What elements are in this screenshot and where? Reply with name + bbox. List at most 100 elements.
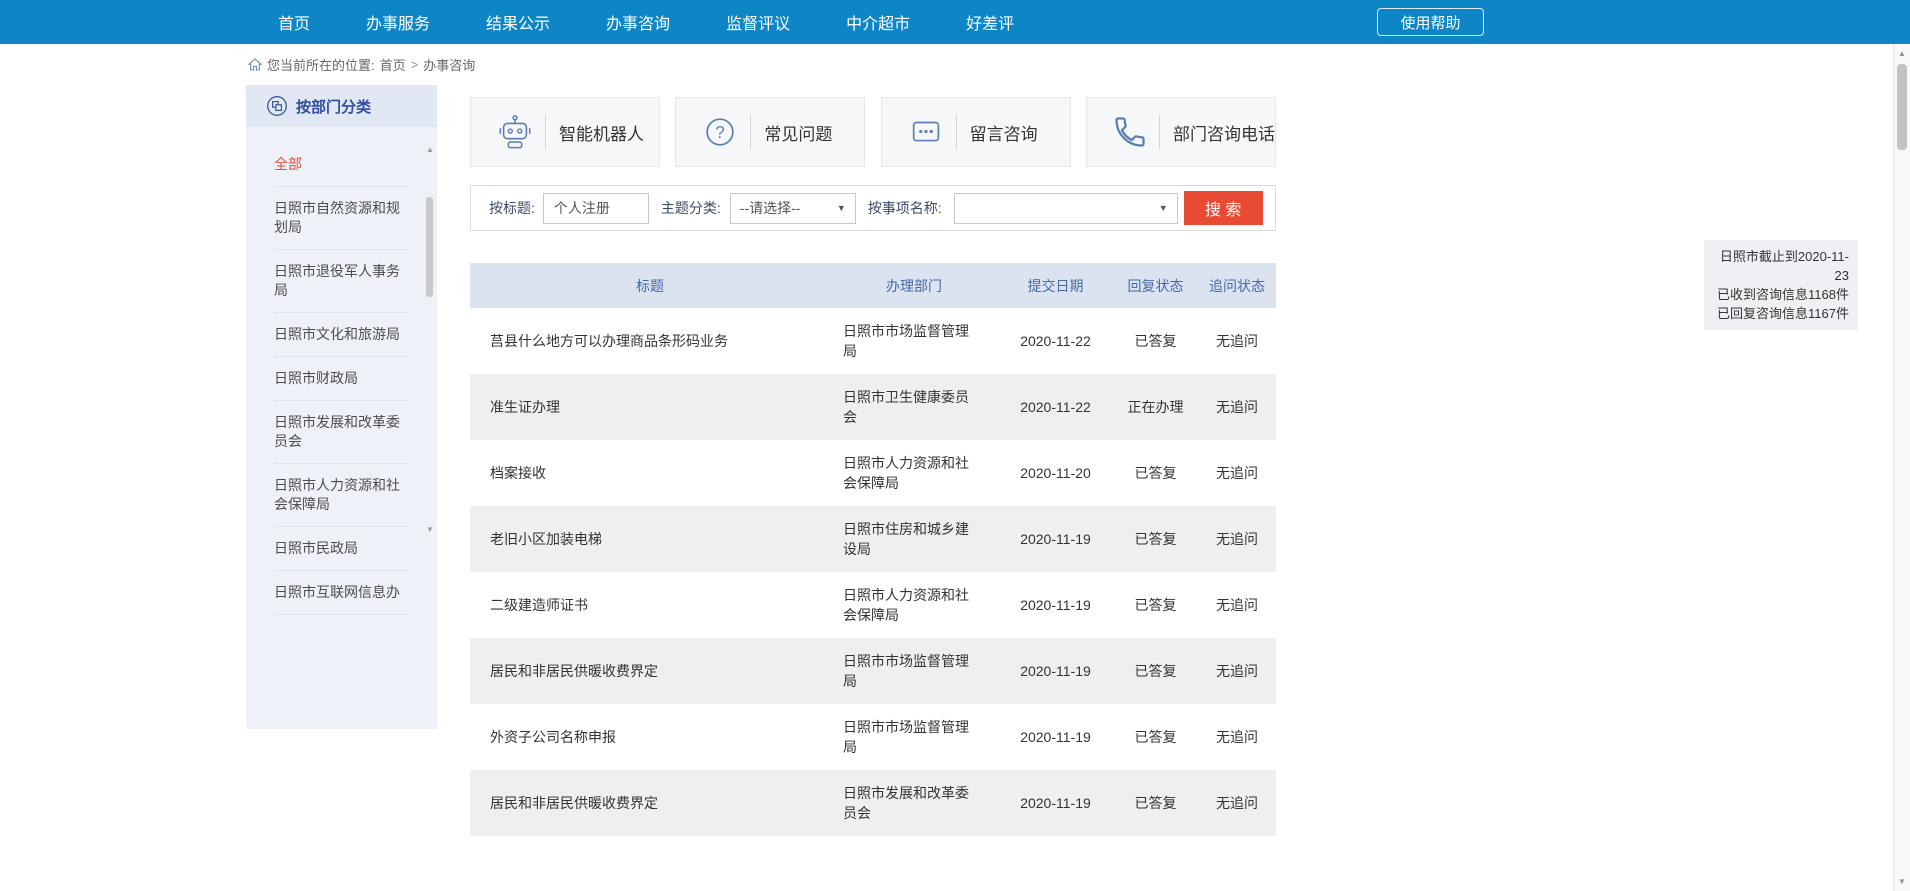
scroll-up-icon[interactable]: ▲ <box>425 145 435 155</box>
row-followup-status: 无追问 <box>1198 793 1276 813</box>
help-button[interactable]: 使用帮助 <box>1377 8 1484 36</box>
sidebar-item[interactable]: 日照市文化和旅游局 <box>274 313 408 357</box>
row-date: 2020-11-19 <box>998 531 1113 547</box>
message-icon <box>906 113 946 151</box>
row-reply-status: 已答复 <box>1113 463 1198 483</box>
scroll-thumb[interactable] <box>426 197 433 297</box>
nav-item[interactable]: 监督评议 <box>726 10 790 34</box>
scroll-down-icon[interactable]: ▼ <box>1894 877 1910 886</box>
row-title[interactable]: 外资子公司名称申报 <box>470 714 830 760</box>
row-department: 日照市市场监督管理局 <box>830 308 998 374</box>
chevron-down-icon: ▼ <box>1159 203 1168 213</box>
sidebar: 按部门分类 全部日照市自然资源和规划局日照市退役军人事务局日照市文化和旅游局日照… <box>246 85 437 729</box>
quick-link-faq[interactable]: ? 常见问题 <box>675 97 865 167</box>
sidebar-scrollbar[interactable]: ▲ ▼ <box>425 145 435 535</box>
row-reply-status: 已答复 <box>1113 661 1198 681</box>
table-row[interactable]: 居民和非居民供暖收费界定 日照市市场监督管理局 2020-11-19 已答复 无… <box>470 638 1276 704</box>
scroll-up-icon[interactable]: ▲ <box>1894 49 1910 58</box>
row-title[interactable]: 二级建造师证书 <box>470 582 830 628</box>
breadcrumb-current: 办事咨询 <box>423 55 475 74</box>
table-row[interactable]: 档案接收 日照市人力资源和社会保障局 2020-11-20 已答复 无追问 <box>470 440 1276 506</box>
main-content: 智能机器人 ? 常见问题 留言咨询 <box>470 97 1276 836</box>
search-title-label: 按标题: <box>489 198 535 218</box>
table-header-cell: 追问状态 <box>1198 276 1276 296</box>
table-row[interactable]: 准生证办理 日照市卫生健康委员会 2020-11-22 正在办理 无追问 <box>470 374 1276 440</box>
scroll-thumb[interactable] <box>1897 64 1907 150</box>
search-title-input[interactable] <box>543 193 649 224</box>
robot-icon <box>495 113 535 151</box>
row-department: 日照市人力资源和社会保障局 <box>830 572 998 638</box>
nav-item[interactable]: 结果公示 <box>486 10 550 34</box>
sidebar-title: 按部门分类 <box>296 96 371 117</box>
row-followup-status: 无追问 <box>1198 463 1276 483</box>
row-date: 2020-11-19 <box>998 663 1113 679</box>
sidebar-item[interactable]: 日照市民政局 <box>274 527 408 571</box>
sidebar-item[interactable]: 全部 <box>274 143 408 187</box>
nav-item[interactable]: 办事服务 <box>366 10 430 34</box>
row-reply-status: 正在办理 <box>1113 397 1198 417</box>
quick-link-label: 智能机器人 <box>559 120 644 145</box>
row-reply-status: 已答复 <box>1113 529 1198 549</box>
quick-link-label: 常见问题 <box>764 120 832 145</box>
table-row[interactable]: 居民和非居民供暖收费界定 日照市发展和改革委员会 2020-11-19 已答复 … <box>470 770 1276 836</box>
nav-item[interactable]: 好差评 <box>966 10 1014 34</box>
table-row[interactable]: 二级建造师证书 日照市人力资源和社会保障局 2020-11-19 已答复 无追问 <box>470 572 1276 638</box>
nav-item[interactable]: 首页 <box>278 10 310 34</box>
row-department: 日照市市场监督管理局 <box>830 704 998 770</box>
chevron-down-icon: ▼ <box>837 203 846 213</box>
sidebar-list: 全部日照市自然资源和规划局日照市退役军人事务局日照市文化和旅游局日照市财政局日照… <box>246 127 437 615</box>
row-title[interactable]: 居民和非居民供暖收费界定 <box>470 780 830 826</box>
nav-item[interactable]: 中介超市 <box>846 10 910 34</box>
quick-link-message[interactable]: 留言咨询 <box>881 97 1071 167</box>
quick-link-phone[interactable]: 部门咨询电话 <box>1086 97 1276 167</box>
nav-items: 首页 办事服务 结果公示 办事咨询 监督评议 中介超市 好差评 <box>0 0 1910 44</box>
row-department: 日照市市场监督管理局 <box>830 638 998 704</box>
consult-table: 标题办理部门提交日期回复状态追问状态 莒县什么地方可以办理商品条形码业务 日照市… <box>470 263 1276 836</box>
table-header: 标题办理部门提交日期回复状态追问状态 <box>470 263 1276 308</box>
search-item-label: 按事项名称: <box>868 198 942 218</box>
svg-text:?: ? <box>716 123 726 142</box>
divider <box>1159 115 1160 149</box>
quick-link-label: 部门咨询电话 <box>1173 120 1275 145</box>
breadcrumb-home-link[interactable]: 首页 <box>380 55 406 74</box>
divider <box>956 115 957 149</box>
search-category-select[interactable]: --请选择-- ▼ <box>730 193 856 224</box>
row-title[interactable]: 莒县什么地方可以办理商品条形码业务 <box>470 318 830 364</box>
scroll-down-icon[interactable]: ▼ <box>425 525 435 535</box>
row-followup-status: 无追问 <box>1198 529 1276 549</box>
table-row[interactable]: 老旧小区加装电梯 日照市住房和城乡建设局 2020-11-19 已答复 无追问 <box>470 506 1276 572</box>
row-date: 2020-11-19 <box>998 729 1113 745</box>
sidebar-item[interactable]: 日照市退役军人事务局 <box>274 250 408 313</box>
row-date: 2020-11-20 <box>998 465 1113 481</box>
sidebar-item[interactable]: 日照市发展和改革委员会 <box>274 401 408 464</box>
page-scrollbar[interactable]: ▲ ▼ <box>1893 44 1910 891</box>
sidebar-item[interactable]: 日照市财政局 <box>274 357 408 401</box>
row-department: 日照市人力资源和社会保障局 <box>830 440 998 506</box>
sidebar-item[interactable]: 日照市自然资源和规划局 <box>274 187 408 250</box>
breadcrumb-prefix: 您当前所在的位置: <box>267 55 375 74</box>
table-row[interactable]: 莒县什么地方可以办理商品条形码业务 日照市市场监督管理局 2020-11-22 … <box>470 308 1276 374</box>
search-category-label: 主题分类: <box>661 198 721 218</box>
quick-link-robot[interactable]: 智能机器人 <box>470 97 660 167</box>
stats-box: 日照市截止到2020-11-23 已收到咨询信息1168件 已回复咨询信息116… <box>1704 240 1858 330</box>
row-date: 2020-11-22 <box>998 333 1113 349</box>
stats-line-1: 日照市截止到2020-11-23 <box>1713 247 1849 285</box>
nav-item[interactable]: 办事咨询 <box>606 10 670 34</box>
row-followup-status: 无追问 <box>1198 397 1276 417</box>
row-followup-status: 无追问 <box>1198 727 1276 747</box>
row-title[interactable]: 居民和非居民供暖收费界定 <box>470 648 830 694</box>
selected-option: --请选择-- <box>740 198 801 218</box>
sidebar-item[interactable]: 日照市互联网信息办 <box>274 571 408 615</box>
sidebar-item[interactable]: 日照市人力资源和社会保障局 <box>274 464 408 527</box>
breadcrumb: 您当前所在的位置: 首页 > 办事咨询 <box>248 55 475 74</box>
row-title[interactable]: 准生证办理 <box>470 384 830 430</box>
row-followup-status: 无追问 <box>1198 661 1276 681</box>
table-row[interactable]: 外资子公司名称申报 日照市市场监督管理局 2020-11-19 已答复 无追问 <box>470 704 1276 770</box>
row-title[interactable]: 老旧小区加装电梯 <box>470 516 830 562</box>
search-button[interactable]: 搜 索 <box>1184 191 1263 225</box>
divider <box>545 115 546 149</box>
row-date: 2020-11-19 <box>998 597 1113 613</box>
divider <box>750 115 751 149</box>
row-title[interactable]: 档案接收 <box>470 450 830 496</box>
search-item-select[interactable]: ▼ <box>954 193 1178 224</box>
